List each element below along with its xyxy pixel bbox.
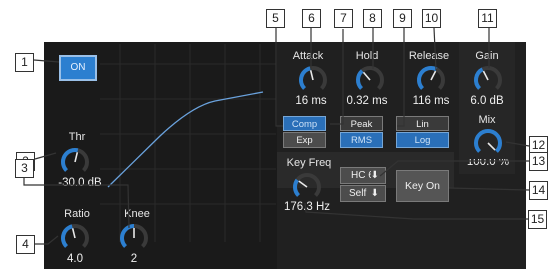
callout-1: 1	[15, 53, 34, 72]
callout-3: 3	[15, 159, 34, 178]
callout-lines	[23, 27, 530, 245]
callout-11: 11	[478, 9, 497, 28]
callout-8: 8	[363, 9, 382, 28]
callout-4: 4	[16, 235, 35, 254]
callout-5: 5	[266, 9, 285, 28]
callout-7: 7	[334, 9, 353, 28]
callout-13: 13	[529, 152, 548, 171]
callout-14: 14	[529, 181, 548, 200]
callout-10: 10	[422, 9, 441, 28]
callout-6: 6	[302, 9, 321, 28]
callout-9: 9	[393, 9, 412, 28]
callout-15: 15	[528, 210, 547, 229]
